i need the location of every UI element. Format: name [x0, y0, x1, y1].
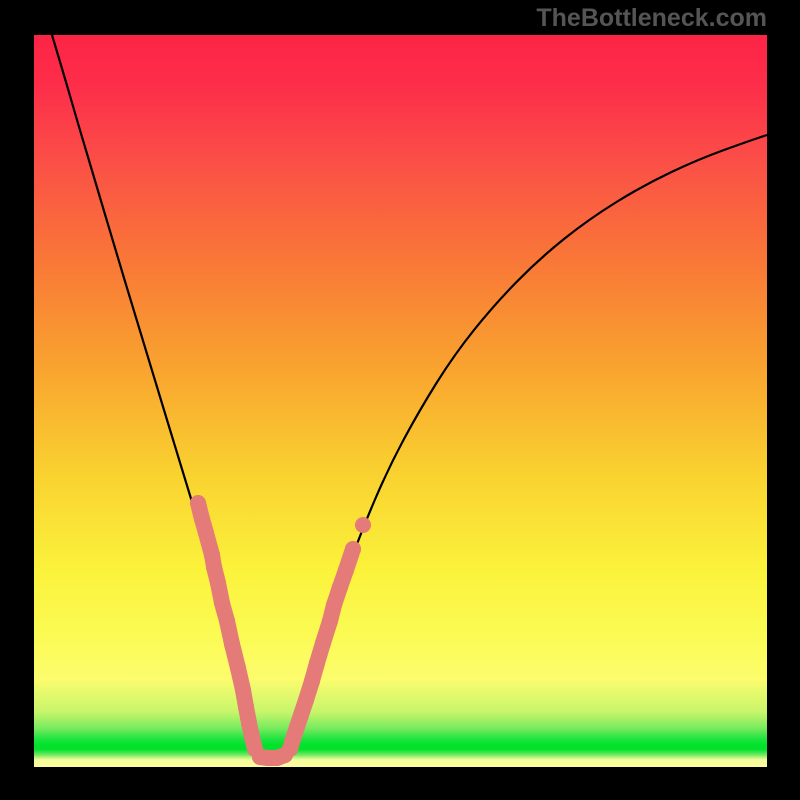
data-capsule [252, 737, 255, 749]
watermark-text: TheBottleneck.com [536, 4, 767, 33]
data-point [355, 517, 371, 533]
chart-frame: TheBottleneck.com [0, 0, 800, 800]
data-markers [190, 495, 371, 766]
data-capsule [346, 549, 353, 570]
data-capsule [277, 755, 285, 758]
bottleneck-curve [52, 35, 767, 759]
chart-overlay [34, 35, 767, 767]
